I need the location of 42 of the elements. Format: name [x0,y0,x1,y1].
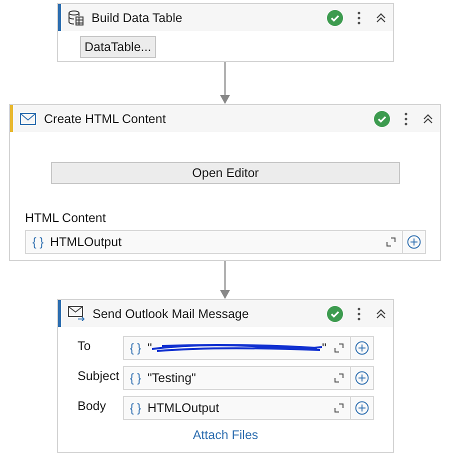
field-value: " [322,341,326,355]
envelope-arrow-icon [68,306,84,321]
connector-arrow [219,62,231,104]
activity-title: Build Data Table [92,10,184,24]
braces-icon: { } [26,235,50,249]
field-label: To [78,338,92,353]
activity-title: Send Outlook Mail Message [92,306,250,320]
more-icon[interactable] [404,112,408,126]
braces-icon: { } [124,401,148,415]
expression-field[interactable]: { } "Testing" [122,366,374,390]
datatable-button[interactable]: DataTable... [80,36,156,58]
database-table-icon [68,10,84,26]
more-icon[interactable] [356,306,360,320]
field-value: HTMLOutput [50,235,122,249]
more-icon[interactable] [356,10,360,24]
field-value: "Testing" [148,371,196,385]
expand-icon[interactable] [386,237,396,247]
plus-icon[interactable] [354,341,368,355]
collapse-icon[interactable] [422,112,434,124]
expand-icon[interactable] [334,343,344,353]
expression-field[interactable]: { } " " [122,336,374,360]
expression-field[interactable]: { } HTMLOutput [25,230,426,254]
plus-icon[interactable] [354,401,368,415]
field-value: " [148,341,152,355]
expand-icon[interactable] [334,403,344,413]
expand-icon[interactable] [334,373,344,383]
braces-icon: { } [124,371,148,385]
attach-files-link[interactable]: Attach Files [192,428,258,442]
connector-arrow [219,261,231,299]
field-label: Subject [78,368,118,383]
envelope-icon [20,112,36,124]
expression-field[interactable]: { } HTMLOutput [122,396,374,420]
plus-icon[interactable] [407,235,421,249]
activity-title: Create HTML Content [44,112,167,126]
field-label: Body [78,398,107,413]
plus-icon[interactable] [354,371,368,385]
collapse-icon[interactable] [374,308,386,320]
braces-icon: { } [124,341,148,355]
collapse-icon[interactable] [374,12,386,24]
field-value: HTMLOutput [148,401,220,415]
open-editor-button[interactable]: Open Editor [51,162,400,184]
field-label: HTML Content [25,211,107,225]
